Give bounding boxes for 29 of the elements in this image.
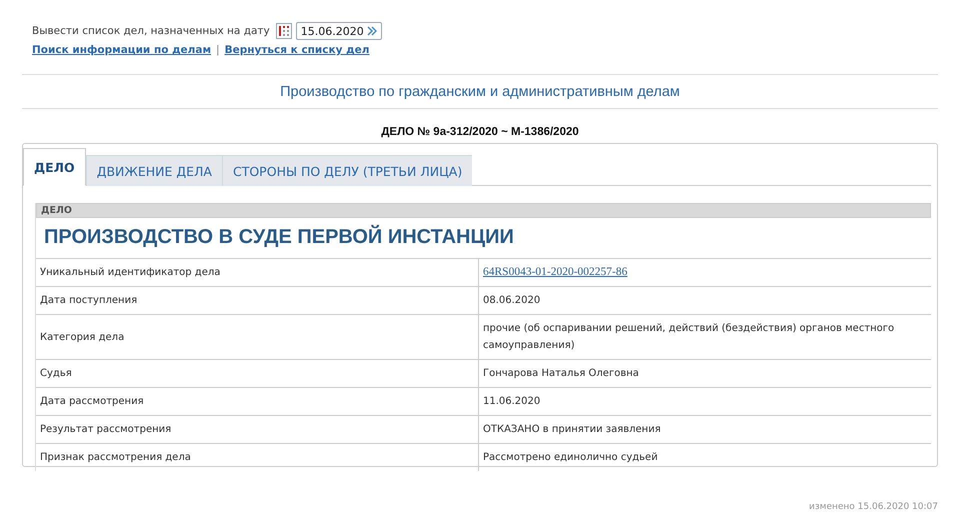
case-id-link[interactable]: 64RS0043-01-2020-002257-86: [483, 266, 628, 278]
field-label: Категория дела: [36, 314, 478, 360]
field-label: Признак рассмотрения дела: [36, 444, 478, 471]
section-header: ДЕЛО: [36, 203, 931, 218]
field-label: Дата поступления: [36, 286, 478, 314]
field-value: 11.06.2020: [478, 388, 931, 416]
double-chevron-icon[interactable]: [366, 26, 377, 36]
nav-link[interactable]: Поиск информации по делам: [32, 44, 212, 56]
field-value: Гончарова Наталья Олеговна: [478, 360, 931, 388]
tab[interactable]: СТОРОНЫ ПО ДЕЛУ (ТРЕТЬИ ЛИЦА): [222, 155, 472, 186]
page-title: Производство по гражданским и административным делам: [280, 84, 680, 100]
field-label: Результат рассмотрения: [36, 416, 478, 444]
date-filter-label: Вывести список дел, назначенных на дату: [32, 25, 270, 37]
field-label: Судья: [36, 360, 478, 388]
calendar-icon[interactable]: [276, 23, 292, 39]
date-field[interactable]: 15.06.2020: [296, 22, 382, 40]
case-number: ДЕЛО № 9а-312/2020 ~ М-1386/2020: [380, 126, 580, 138]
field-value: Рассмотрено единолично судьей: [478, 444, 931, 471]
link-separator: |: [216, 44, 220, 56]
tab[interactable]: ДЕЛО: [23, 148, 86, 186]
field-label: Уникальный идентификатор дела: [36, 258, 478, 286]
field-value: ОТКАЗАНО в принятии заявления: [478, 416, 931, 444]
field-value: 08.06.2020: [478, 286, 931, 314]
field-value: прочие (об оспаривании решений, действий (бездействия) органов местного самоуправления): [478, 314, 931, 360]
field-label: Дата рассмотрения: [36, 388, 478, 416]
modified-timestamp: изменено 15.06.2020 10:07: [809, 502, 938, 512]
section-heading: ПРОИЗВОДСТВО В СУДЕ ПЕРВОЙ ИНСТАНЦИИ: [43, 224, 515, 250]
tab[interactable]: ДВИЖЕНИЕ ДЕЛА: [86, 155, 222, 186]
nav-link[interactable]: Вернуться к списку дел: [224, 44, 370, 56]
